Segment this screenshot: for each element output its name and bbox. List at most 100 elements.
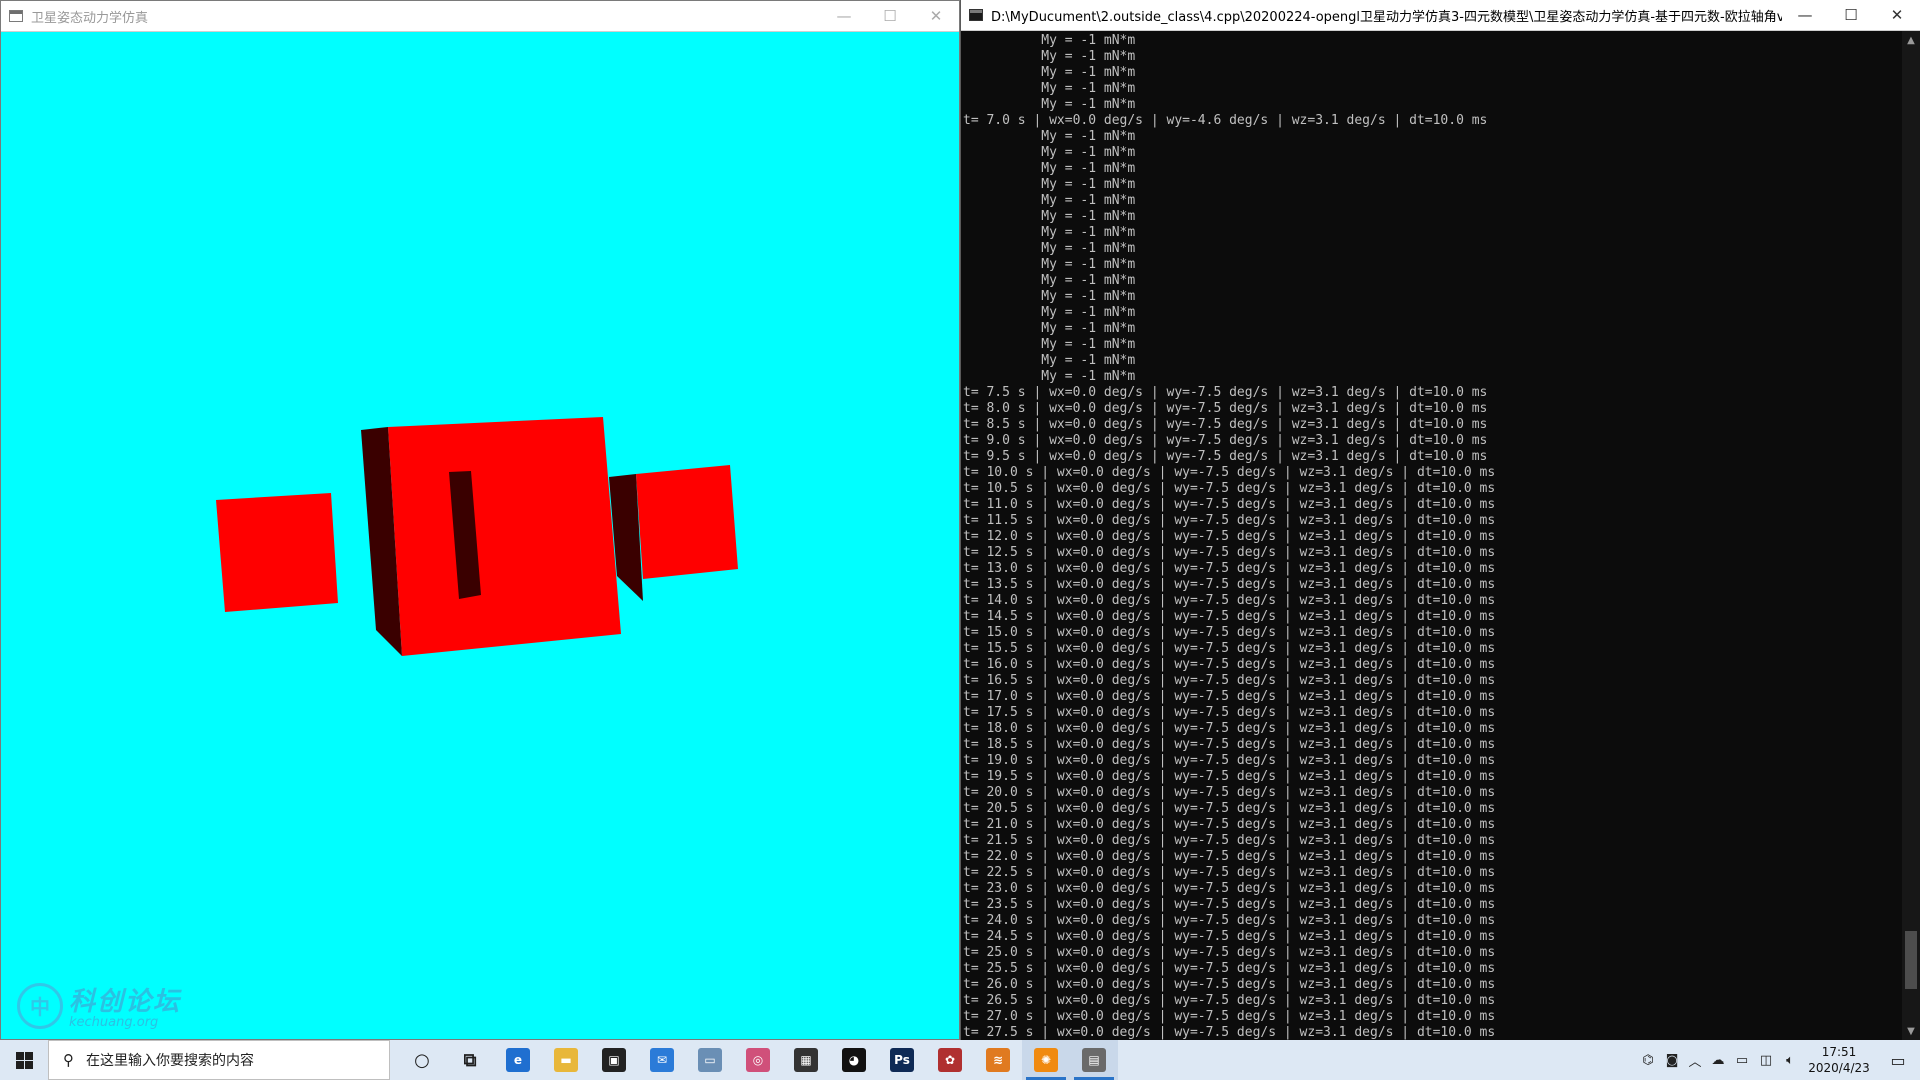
taskbar-button-tools[interactable]: ≋ <box>974 1040 1022 1080</box>
console-line: My = -1 mN*m <box>963 177 1136 192</box>
taskbar-button-satellite-app[interactable]: ◎ <box>734 1040 782 1080</box>
console-line: My = -1 mN*m <box>963 353 1136 368</box>
taskbar-button-edge[interactable]: e <box>494 1040 542 1080</box>
console-window[interactable]: D:\MyDucument\2.outside_class\4.cpp\2020… <box>960 0 1920 1040</box>
taskbar-button-store[interactable]: ▣ <box>590 1040 638 1080</box>
taskbar-button-qq[interactable]: ◕ <box>830 1040 878 1080</box>
console-line: My = -1 mN*m <box>963 145 1136 160</box>
taskbar-clock[interactable]: 17:51 2020/4/23 <box>1802 1044 1876 1076</box>
console-line: My = -1 mN*m <box>963 273 1136 288</box>
taskbar-button-calculator[interactable]: ▦ <box>782 1040 830 1080</box>
satellite-app-icon: ◎ <box>746 1048 770 1072</box>
system-tray: ⌬ ◙ ︿ ☁ ▭ ◫ 🔈︎ 17:51 2020/4/23 ▭ <box>1636 1040 1920 1080</box>
console-line: t= 22.0 s | wx=0.0 deg/s | wy=-7.5 deg/s… <box>963 849 1496 864</box>
notification-center-icon[interactable]: ▭ <box>1876 1040 1920 1080</box>
console-line: t= 14.0 s | wx=0.0 deg/s | wy=-7.5 deg/s… <box>963 593 1496 608</box>
console-line: t= 16.5 s | wx=0.0 deg/s | wy=-7.5 deg/s… <box>963 673 1496 688</box>
console-line: My = -1 mN*m <box>963 49 1136 64</box>
console-line: t= 9.5 s | wx=0.0 deg/s | wy=-7.5 deg/s … <box>963 449 1488 464</box>
network-status-icon[interactable]: ⌬ <box>1636 1040 1660 1080</box>
console-line: My = -1 mN*m <box>963 337 1136 352</box>
console-window-titlebar[interactable]: D:\MyDucument\2.outside_class\4.cpp\2020… <box>961 0 1920 31</box>
close-button[interactable]: ✕ <box>1874 0 1920 30</box>
taskbar-search[interactable]: ⚲ 在这里输入你要搜索的内容 <box>48 1040 390 1080</box>
console-line: t= 27.5 s | wx=0.0 deg/s | wy=-7.5 deg/s… <box>963 1025 1496 1040</box>
taskbar-button-console-app[interactable]: ▤ <box>1070 1040 1118 1080</box>
maximize-button[interactable]: ☐ <box>867 1 913 31</box>
taskbar-button-file-explorer[interactable]: ▬ <box>542 1040 590 1080</box>
console-line: t= 20.5 s | wx=0.0 deg/s | wy=-7.5 deg/s… <box>963 801 1496 816</box>
taskbar-button-media[interactable]: ✿ <box>926 1040 974 1080</box>
console-line: My = -1 mN*m <box>963 305 1136 320</box>
console-line: t= 17.0 s | wx=0.0 deg/s | wy=-7.5 deg/s… <box>963 689 1496 704</box>
console-line: t= 14.5 s | wx=0.0 deg/s | wy=-7.5 deg/s… <box>963 609 1496 624</box>
console-line: t= 24.0 s | wx=0.0 deg/s | wy=-7.5 deg/s… <box>963 913 1496 928</box>
console-line: t= 7.5 s | wx=0.0 deg/s | wy=-7.5 deg/s … <box>963 385 1488 400</box>
console-line: My = -1 mN*m <box>963 289 1136 304</box>
console-line: t= 22.5 s | wx=0.0 deg/s | wy=-7.5 deg/s… <box>963 865 1496 880</box>
taskbar-button-mail[interactable]: ✉ <box>638 1040 686 1080</box>
minimize-button[interactable]: — <box>1782 0 1828 30</box>
task-view-icon: ⧉ <box>463 1049 477 1071</box>
close-button[interactable]: ✕ <box>913 1 959 31</box>
kechuang-logo: 中 <box>17 982 63 1029</box>
console-line: t= 25.5 s | wx=0.0 deg/s | wy=-7.5 deg/s… <box>963 961 1496 976</box>
console-line: My = -1 mN*m <box>963 193 1136 208</box>
console-line: t= 27.0 s | wx=0.0 deg/s | wy=-7.5 deg/s… <box>963 1009 1496 1024</box>
file-explorer-icon: ▬ <box>554 1048 578 1072</box>
console-line: t= 21.5 s | wx=0.0 deg/s | wy=-7.5 deg/s… <box>963 833 1496 848</box>
console-line: t= 8.5 s | wx=0.0 deg/s | wy=-7.5 deg/s … <box>963 417 1488 432</box>
console-scrollbar[interactable]: ▲ ▼ <box>1902 31 1920 1040</box>
console-line: t= 19.0 s | wx=0.0 deg/s | wy=-7.5 deg/s… <box>963 753 1496 768</box>
console-line: t= 11.5 s | wx=0.0 deg/s | wy=-7.5 deg/s… <box>963 513 1496 528</box>
mail-icon: ✉ <box>650 1048 674 1072</box>
taskbar-button-cortana[interactable]: ○ <box>398 1040 446 1080</box>
console-line: t= 10.5 s | wx=0.0 deg/s | wy=-7.5 deg/s… <box>963 481 1496 496</box>
scroll-thumb[interactable] <box>1905 931 1917 989</box>
cloud-icon[interactable]: ☁ <box>1706 1040 1730 1080</box>
console-line: My = -1 mN*m <box>963 129 1136 144</box>
opengl-window[interactable]: 卫星姿态动力学仿真 — ☐ ✕ 中 科创论坛 kechuang.org <box>0 0 960 1040</box>
console-line: t= 9.0 s | wx=0.0 deg/s | wy=-7.5 deg/s … <box>963 433 1488 448</box>
calculator-icon: ▦ <box>794 1048 818 1072</box>
console-line: My = -1 mN*m <box>963 225 1136 240</box>
opengl-viewport[interactable] <box>1 32 959 1039</box>
console-line: My = -1 mN*m <box>963 209 1136 224</box>
console-line: t= 13.5 s | wx=0.0 deg/s | wy=-7.5 deg/s… <box>963 577 1496 592</box>
edge-icon: e <box>506 1048 530 1072</box>
taskbar-button-laptop[interactable]: ▭ <box>686 1040 734 1080</box>
console-line: t= 11.0 s | wx=0.0 deg/s | wy=-7.5 deg/s… <box>963 497 1496 512</box>
taskbar-button-task-view[interactable]: ⧉ <box>446 1040 494 1080</box>
taskbar-button-photoshop[interactable]: Ps <box>878 1040 926 1080</box>
console-line: t= 17.5 s | wx=0.0 deg/s | wy=-7.5 deg/s… <box>963 705 1496 720</box>
console-window-title: D:\MyDucument\2.outside_class\4.cpp\2020… <box>991 9 1782 25</box>
start-button[interactable] <box>0 1040 48 1080</box>
main-body-front <box>388 417 621 656</box>
console-line: t= 13.0 s | wx=0.0 deg/s | wy=-7.5 deg/s… <box>963 561 1496 576</box>
cortana-icon: ○ <box>414 1049 430 1071</box>
scroll-up-arrow-icon[interactable]: ▲ <box>1902 31 1920 49</box>
photoshop-icon: Ps <box>890 1048 914 1072</box>
left-solar-panel <box>216 493 338 612</box>
minimize-button[interactable]: — <box>821 1 867 31</box>
scroll-down-arrow-icon[interactable]: ▼ <box>1902 1022 1920 1040</box>
console-output[interactable]: My = -1 mN*m My = -1 mN*m My = -1 mN*m M… <box>961 31 1902 1040</box>
volume-icon[interactable]: 🔈︎ <box>1778 1040 1802 1080</box>
console-line: t= 12.5 s | wx=0.0 deg/s | wy=-7.5 deg/s… <box>963 545 1496 560</box>
maximize-button[interactable]: ☐ <box>1828 0 1874 30</box>
console-line: t= 20.0 s | wx=0.0 deg/s | wy=-7.5 deg/s… <box>963 785 1496 800</box>
console-line: My = -1 mN*m <box>963 369 1136 384</box>
taskbar-button-opengl-app[interactable]: ✺ <box>1022 1040 1070 1080</box>
console-line: t= 18.5 s | wx=0.0 deg/s | wy=-7.5 deg/s… <box>963 737 1496 752</box>
console-line: t= 16.0 s | wx=0.0 deg/s | wy=-7.5 deg/s… <box>963 657 1496 672</box>
battery-icon[interactable]: ▭ <box>1730 1040 1754 1080</box>
show-hidden-icons-icon[interactable]: ︿ <box>1684 1040 1706 1080</box>
watermark-name: 科创论坛 <box>69 987 182 1017</box>
media-icon: ✿ <box>938 1048 962 1072</box>
search-placeholder: 在这里输入你要搜索的内容 <box>86 1053 254 1069</box>
user-icon[interactable]: ◙ <box>1660 1040 1684 1080</box>
console-line: t= 7.0 s | wx=0.0 deg/s | wy=-4.6 deg/s … <box>963 113 1488 128</box>
wifi-icon[interactable]: ◫ <box>1754 1040 1778 1080</box>
console-line: My = -1 mN*m <box>963 161 1136 176</box>
opengl-window-titlebar[interactable]: 卫星姿态动力学仿真 — ☐ ✕ <box>1 1 959 32</box>
